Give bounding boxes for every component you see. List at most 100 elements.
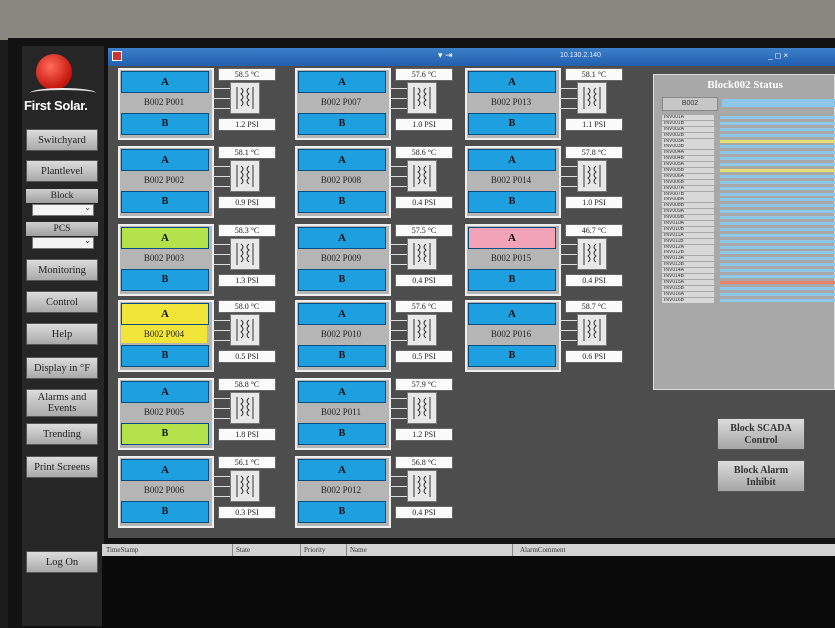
- nav-plantlevel-button[interactable]: Plantlevel: [26, 160, 98, 182]
- inverter-name: B002 P012: [298, 481, 384, 499]
- status-row-label: INV011B: [662, 238, 714, 244]
- pin-icon[interactable]: ▾ ⇥: [438, 50, 453, 61]
- inverter-name: B002 P014: [468, 171, 554, 189]
- inverter-a-button[interactable]: A: [298, 149, 386, 171]
- connector-line: [389, 264, 407, 265]
- chevron-down-icon: ⌄: [84, 236, 91, 245]
- temperature-readout: 56.1 °C: [218, 456, 276, 469]
- connector-line: [212, 244, 230, 245]
- inverter-b-button[interactable]: B: [121, 501, 209, 523]
- nav-help-button[interactable]: Help: [26, 323, 98, 345]
- inverter-b-button[interactable]: B: [298, 113, 386, 135]
- status-row-label: INV011A: [662, 232, 714, 238]
- transformer-icon: [230, 160, 260, 192]
- connector-line: [212, 476, 230, 477]
- inverter-b-button[interactable]: B: [298, 501, 386, 523]
- inverter-b-button[interactable]: B: [121, 269, 209, 291]
- connector-line: [559, 108, 577, 109]
- status-row-bar: [720, 280, 835, 284]
- inverter-b-button[interactable]: B: [298, 345, 386, 367]
- photo-background: [0, 0, 835, 40]
- inverter-name: B002 P002: [121, 171, 207, 189]
- connector-line: [212, 108, 230, 109]
- inverter-b-button[interactable]: B: [468, 191, 556, 213]
- inverter-a-button[interactable]: A: [121, 459, 209, 481]
- inverter-b-button[interactable]: B: [121, 191, 209, 213]
- inverter-b-button[interactable]: B: [121, 345, 209, 367]
- inverter-b-button[interactable]: B: [298, 191, 386, 213]
- inverter-name: B002 P003: [121, 249, 207, 267]
- pcs-select[interactable]: ⌄: [32, 236, 94, 249]
- inverter-b-button[interactable]: B: [298, 423, 386, 445]
- display-fahrenheit-button[interactable]: Display in °F: [26, 357, 98, 379]
- inverter-a-button[interactable]: A: [298, 227, 386, 249]
- status-row-bar: [720, 263, 835, 267]
- temperature-readout: 57.9 °C: [395, 378, 453, 391]
- inverter-a-button[interactable]: A: [468, 71, 556, 93]
- temperature-readout: 57.8 °C: [565, 146, 623, 159]
- swoosh-icon: [30, 88, 96, 98]
- inverter-b-button[interactable]: B: [468, 345, 556, 367]
- inverter-a-button[interactable]: A: [468, 303, 556, 325]
- inverter-b-button[interactable]: B: [468, 269, 556, 291]
- inverter-a-button[interactable]: A: [121, 303, 209, 325]
- status-row-label: INV012A: [662, 244, 714, 250]
- temperature-readout: 58.1 °C: [565, 68, 623, 81]
- nav-block-label: Block: [26, 189, 98, 203]
- inverter-name: B002 P016: [468, 325, 554, 343]
- inverter-b-button[interactable]: B: [468, 113, 556, 135]
- pressure-readout: 0.6 PSI: [565, 350, 623, 363]
- transformer-icon: [577, 238, 607, 270]
- status-row-label: INV013A: [662, 256, 714, 262]
- inverter-a-button[interactable]: A: [121, 71, 209, 93]
- col-priority: Priority: [304, 546, 326, 554]
- status-row-label: INV004A: [662, 150, 714, 156]
- window-controls[interactable]: _ ◻ ×: [768, 51, 788, 60]
- connector-line: [559, 320, 577, 321]
- status-row-label: INV007B: [662, 191, 714, 197]
- nav-trending-button[interactable]: Trending: [26, 423, 98, 445]
- status-row-bar: [720, 169, 835, 173]
- inverter-b-button[interactable]: B: [121, 113, 209, 135]
- temperature-readout: 58.6 °C: [395, 146, 453, 159]
- transformer-icon: [230, 470, 260, 502]
- app-icon: [112, 51, 122, 61]
- brand-logo: First Solar.: [22, 50, 104, 122]
- col-timestamp: TimeStamp: [106, 546, 139, 554]
- status-row-bar: [720, 163, 835, 167]
- status-block-bar: [722, 99, 835, 107]
- log-on-button[interactable]: Log On: [26, 551, 98, 573]
- inverter-a-button[interactable]: A: [298, 381, 386, 403]
- inverter-a-button[interactable]: A: [121, 149, 209, 171]
- inverter-name: B002 P010: [298, 325, 384, 343]
- temperature-readout: 58.0 °C: [218, 300, 276, 313]
- block-scada-control-button[interactable]: Block SCADA Control: [717, 418, 805, 450]
- status-row-label: INV010A: [662, 221, 714, 227]
- inverter-a-button[interactable]: A: [298, 459, 386, 481]
- inverter-a-button[interactable]: A: [298, 303, 386, 325]
- inverter-name: B002 P015: [468, 249, 554, 267]
- inverter-a-button[interactable]: A: [468, 227, 556, 249]
- inverter-a-button[interactable]: A: [468, 149, 556, 171]
- transformer-icon: [407, 160, 437, 192]
- connector-line: [212, 254, 230, 255]
- block-alarm-inhibit-button[interactable]: Block Alarm Inhibit: [717, 460, 805, 492]
- nav-control-button[interactable]: Control: [26, 291, 98, 313]
- inverter-a-button[interactable]: A: [298, 71, 386, 93]
- nav-monitoring-button[interactable]: Monitoring: [26, 259, 98, 281]
- connector-line: [212, 88, 230, 89]
- inverter-a-button[interactable]: A: [121, 227, 209, 249]
- status-row-label: INV012B: [662, 250, 714, 256]
- inverter-b-button[interactable]: B: [298, 269, 386, 291]
- transformer-icon: [230, 82, 260, 114]
- nav-alarms-events-button[interactable]: Alarms and Events: [26, 389, 98, 417]
- transformer-icon: [407, 470, 437, 502]
- inverter-name: B002 P005: [121, 403, 207, 421]
- inverter-a-button[interactable]: A: [121, 381, 209, 403]
- inverter-name: B002 P009: [298, 249, 384, 267]
- nav-switchyard-button[interactable]: Switchyard: [26, 129, 98, 151]
- inverter-b-button[interactable]: B: [121, 423, 209, 445]
- print-screens-button[interactable]: Print Screens: [26, 456, 98, 478]
- transformer-icon: [230, 238, 260, 270]
- block-select[interactable]: ⌄: [32, 203, 94, 216]
